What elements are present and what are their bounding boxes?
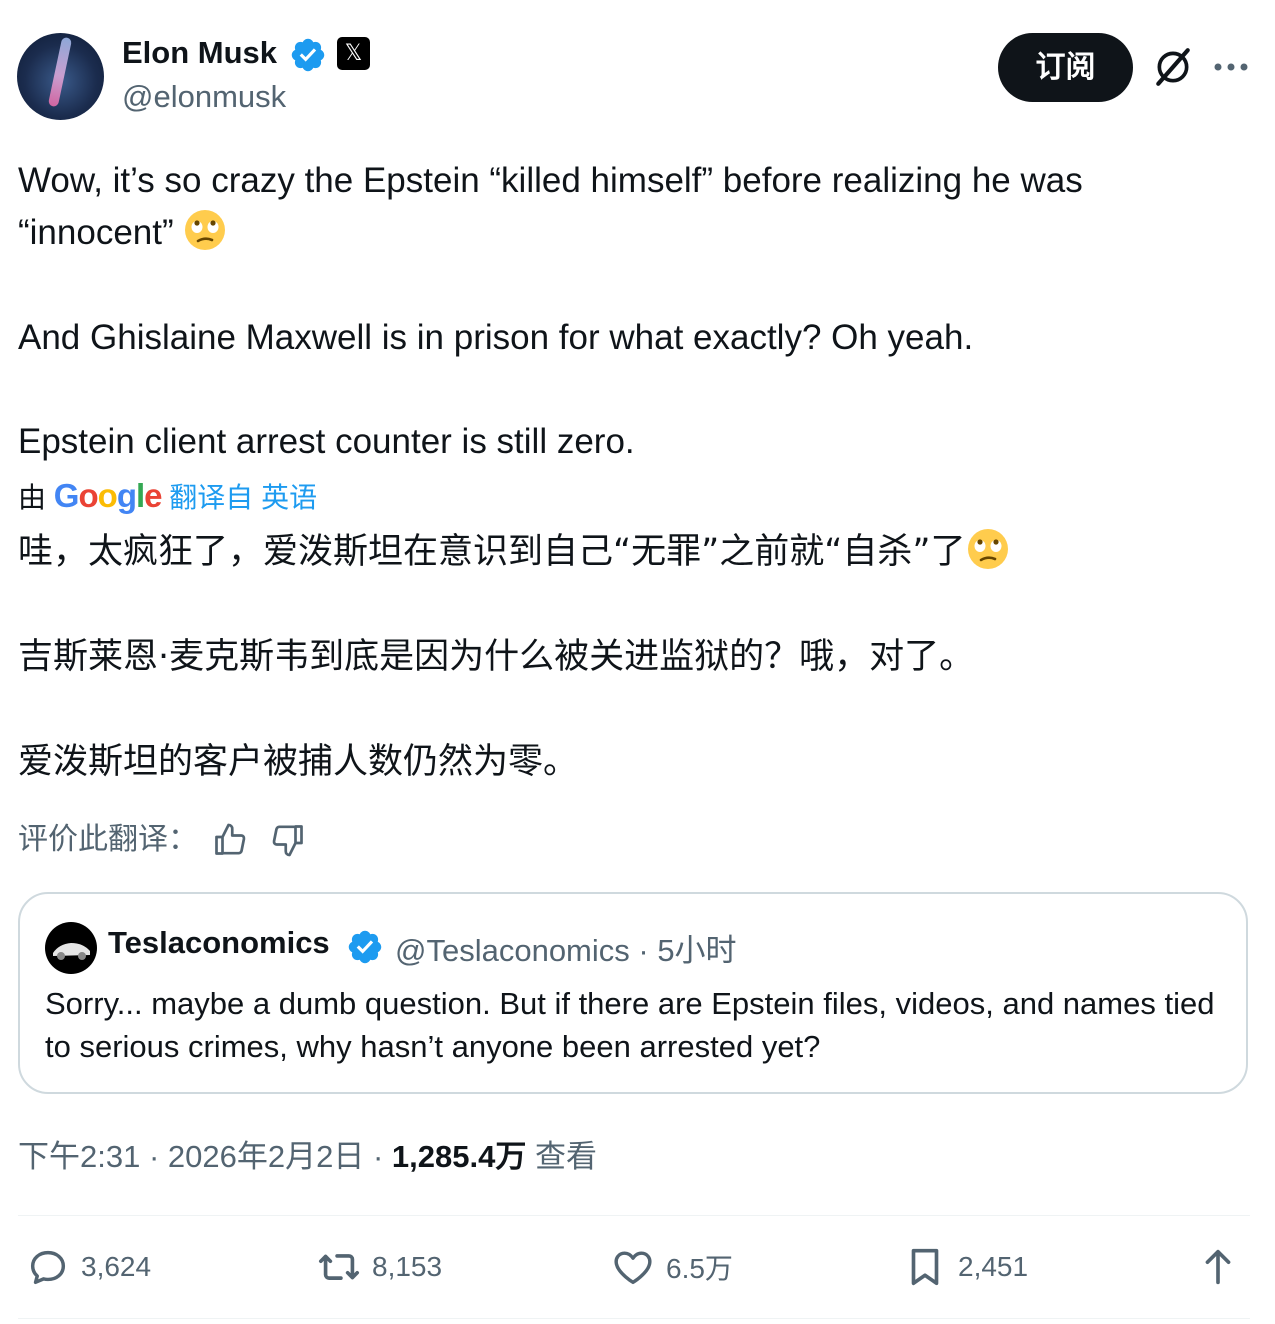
reply-count: 3,624	[81, 1251, 152, 1282]
tweet-metadata: 下午2:31 · 2026年2月2日 · 1,285.4万 查看	[18, 1135, 597, 1179]
repost-icon	[318, 1254, 360, 1280]
rolling-eyes-emoji	[185, 210, 226, 250]
reply-button[interactable]: 3,624	[25, 1243, 151, 1291]
verified-badge-icon	[348, 930, 382, 964]
translation-text-fragment: 哇，太疯狂了，爱泼斯坦在意识到自己“无罪”之前就“自杀”了	[18, 532, 966, 572]
share-button[interactable]	[1195, 1243, 1241, 1291]
author-avatar[interactable]	[17, 33, 104, 120]
more-icon[interactable]	[1210, 52, 1252, 82]
tweet-text-line: And Ghislaine Maxwell is in prison for w…	[18, 318, 974, 357]
translated-from-link[interactable]: 翻译自 英语	[169, 482, 317, 513]
translation-attribution: 由 Google 翻译自 英语	[18, 474, 317, 520]
timestamp[interactable]: 下午2:31 · 2026年2月2日 ·	[18, 1139, 392, 1174]
bookmark-icon	[911, 1248, 939, 1286]
repost-button[interactable]: 8,153	[316, 1243, 442, 1291]
subscribe-button[interactable]: 订阅	[998, 33, 1133, 102]
translation-line: 爱泼斯坦的客户被捕人数仍然为零。	[18, 742, 579, 782]
translation-line: 吉斯莱恩·麦克斯韦到底是因为什么被关进监狱的？哦，对了。	[18, 637, 975, 677]
quoted-author-avatar[interactable]	[45, 922, 97, 974]
tweet-text-fragment: “innocent”	[18, 213, 174, 252]
tweet-text-line: Epstein client arrest counter is still z…	[18, 422, 635, 461]
quoted-author-handle-time: @Teslaconomics · 5小时	[395, 933, 737, 968]
share-icon	[1205, 1249, 1231, 1285]
view-count: 1,285.4万	[391, 1139, 527, 1174]
like-button[interactable]: 6.5万	[610, 1243, 733, 1291]
rolling-eyes-emoji	[967, 529, 1008, 569]
car-icon	[53, 943, 90, 960]
tweet-text-line: “innocent”	[18, 207, 227, 259]
bookmark-button[interactable]: 2,451	[902, 1243, 1028, 1291]
translation-by-label: 由	[18, 482, 47, 513]
quoted-author-name[interactable]: Teslaconomics	[108, 925, 330, 961]
reply-icon	[30, 1250, 66, 1285]
author-handle[interactable]: @elonmusk	[122, 79, 286, 115]
repost-count: 8,153	[372, 1251, 443, 1282]
divider	[18, 1215, 1250, 1216]
thumbs-up-icon[interactable]	[212, 822, 248, 858]
grok-icon[interactable]	[1152, 46, 1194, 88]
divider	[18, 1318, 1250, 1319]
verified-badge-icon	[291, 38, 325, 72]
like-count: 6.5万	[666, 1253, 733, 1284]
google-logo: Google	[53, 477, 163, 514]
thumbs-down-icon[interactable]	[270, 822, 306, 858]
bookmark-count: 2,451	[958, 1251, 1029, 1282]
translation-line: 哇，太疯狂了，爱泼斯坦在意识到自己“无罪”之前就“自杀”了	[18, 526, 1010, 578]
author-name[interactable]: Elon Musk	[122, 35, 277, 71]
quoted-tweet-text: Sorry... maybe a dumb question. But if t…	[45, 986, 1215, 1064]
rate-translation-label: 评价此翻译：	[18, 822, 198, 857]
views-label: 查看	[526, 1139, 597, 1174]
x-logo-icon: 𝕏	[337, 37, 370, 70]
tweet-text-line: Wow, it’s so crazy the Epstein “killed h…	[18, 161, 1083, 200]
like-icon	[614, 1251, 652, 1285]
